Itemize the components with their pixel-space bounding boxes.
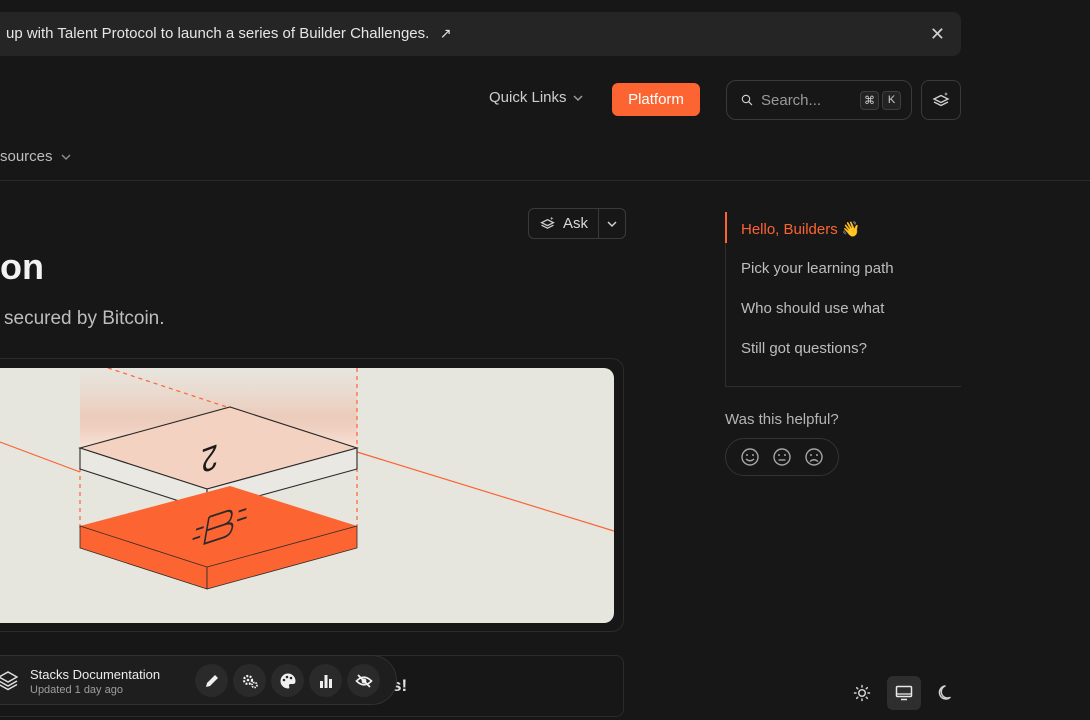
- toc-item-who-should-use-what[interactable]: Who should use what: [741, 300, 884, 317]
- monitor-icon: [895, 685, 913, 701]
- feedback-options: [725, 438, 839, 476]
- ai-assistant-button[interactable]: [921, 80, 961, 120]
- command-key: ⌘: [860, 90, 879, 110]
- toc-item-still-got-questions[interactable]: Still got questions?: [741, 340, 867, 357]
- sun-icon: [853, 684, 871, 702]
- settings-button[interactable]: [233, 664, 266, 697]
- feedback-question: Was this helpful?: [725, 411, 839, 428]
- quick-links-menu[interactable]: Quick Links: [489, 89, 585, 106]
- bar-chart-icon: [319, 674, 332, 688]
- dark-theme-button[interactable]: [929, 676, 963, 710]
- resources-label: sources: [0, 148, 53, 165]
- header-divider: [0, 180, 1090, 181]
- ask-button[interactable]: Ask: [529, 209, 600, 238]
- theme-switcher: [845, 676, 963, 710]
- ask-dropdown-button[interactable]: [599, 209, 625, 238]
- platform-button[interactable]: Platform: [612, 83, 700, 116]
- announcement-banner: up with Talent Protocol to launch a seri…: [0, 12, 961, 56]
- gears-icon: [242, 674, 258, 688]
- top-navigation: Quick Links Platform ⌘ K: [0, 80, 1090, 120]
- toc-item-hello-builders[interactable]: Hello, Builders 👋: [741, 220, 861, 238]
- page-toolbar: Stacks Documentation Updated 1 day ago: [0, 655, 397, 705]
- hide-button[interactable]: [347, 664, 380, 697]
- palette-icon: [280, 673, 295, 688]
- close-icon[interactable]: ✕: [930, 24, 945, 45]
- edit-button[interactable]: [195, 664, 228, 697]
- toolbar-actions: [195, 664, 380, 697]
- hero-illustration: 2: [0, 368, 614, 623]
- toolbar-updated: Updated 1 day ago: [30, 684, 123, 696]
- banner-link[interactable]: up with Talent Protocol to launch a seri…: [6, 25, 452, 43]
- svg-text:2: 2: [201, 436, 218, 480]
- ask-label: Ask: [563, 215, 589, 232]
- external-link-arrow-icon: ↗: [439, 25, 452, 41]
- chevron-down-icon: [61, 153, 71, 160]
- search-icon: [741, 94, 753, 106]
- quick-links-label: Quick Links: [489, 89, 567, 106]
- eye-slash-icon: [354, 673, 373, 688]
- moon-icon: [938, 685, 951, 700]
- page-title: on: [0, 246, 44, 287]
- table-of-contents: Hello, Builders 👋 Pick your learning pat…: [725, 212, 961, 387]
- happy-face-icon[interactable]: [740, 447, 760, 467]
- toolbar-title: Stacks Documentation: [30, 667, 161, 682]
- sad-face-icon[interactable]: [804, 447, 824, 467]
- banner-text[interactable]: up with Talent Protocol to launch a seri…: [6, 25, 429, 42]
- chevron-down-icon: [607, 220, 617, 227]
- search-box[interactable]: ⌘ K: [726, 80, 912, 120]
- neutral-face-icon[interactable]: [772, 447, 792, 467]
- resources-menu[interactable]: sources: [0, 148, 73, 165]
- toc-active-indicator: [725, 212, 727, 243]
- system-theme-button[interactable]: [887, 676, 921, 710]
- pencil-icon: [205, 674, 218, 687]
- sparkle-stack-icon: [932, 92, 950, 107]
- chevron-down-icon: [573, 94, 583, 101]
- insights-button[interactable]: [309, 664, 342, 697]
- toc-item-learning-path[interactable]: Pick your learning path: [741, 260, 894, 277]
- sparkle-stack-icon: [540, 216, 555, 229]
- stacks-logo-icon: [0, 671, 18, 691]
- ask-button-group: Ask: [528, 208, 627, 239]
- k-key: K: [882, 90, 901, 110]
- light-theme-button[interactable]: [845, 676, 879, 710]
- search-input[interactable]: [761, 91, 849, 109]
- page-subtitle: secured by Bitcoin.: [4, 308, 165, 329]
- stacks-layers-illustration: 2: [0, 368, 614, 590]
- theme-customize-button[interactable]: [271, 664, 304, 697]
- keyboard-shortcut: ⌘ K: [857, 90, 901, 110]
